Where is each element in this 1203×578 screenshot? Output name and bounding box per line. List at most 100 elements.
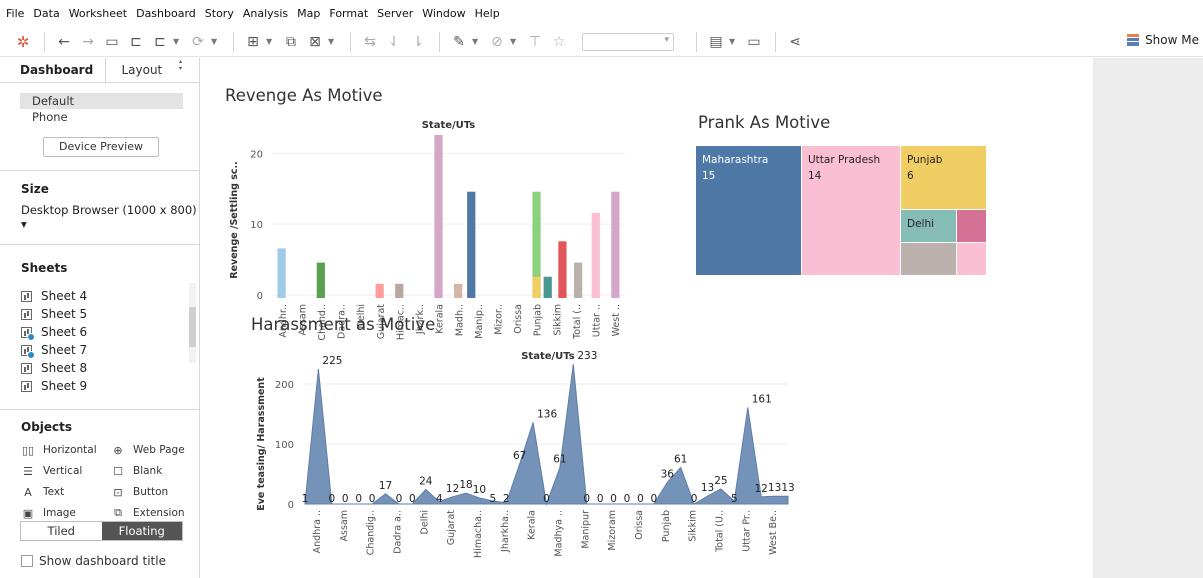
- show-me-button[interactable]: Show Me: [1127, 33, 1199, 47]
- image-icon: ▣: [22, 506, 34, 520]
- menu-item-format[interactable]: Format: [329, 7, 368, 20]
- new-data-source-icon[interactable]: ⊏: [125, 31, 147, 53]
- sheet-item[interactable]: Sheet 6: [21, 323, 199, 341]
- fit-select[interactable]: [582, 32, 674, 51]
- data-label: 17: [379, 480, 392, 492]
- sheet-item[interactable]: Sheet 9: [21, 377, 199, 395]
- chevron-down-icon[interactable]: ▼: [173, 37, 181, 46]
- new-worksheet-icon[interactable]: ⊞: [242, 31, 264, 53]
- object-image[interactable]: ▣ Image: [21, 505, 111, 521]
- device-preview-button[interactable]: Device Preview: [43, 137, 159, 157]
- tiled-button[interactable]: Tiled: [21, 522, 102, 540]
- size-select[interactable]: Desktop Browser (1000 x 800) ▾: [21, 203, 199, 231]
- treemap-cell: [957, 243, 986, 275]
- menu-item-analysis[interactable]: Analysis: [243, 7, 288, 20]
- pin-icon[interactable]: ☆: [548, 31, 570, 53]
- worksheet-icon: [21, 290, 32, 302]
- show-me-label: Show Me: [1145, 33, 1199, 47]
- chevron-down-icon[interactable]: ▼: [510, 37, 518, 46]
- x-tick-label: Mizor..: [494, 304, 505, 335]
- object-text[interactable]: A Text: [21, 484, 111, 500]
- menu-item-worksheet[interactable]: Worksheet: [69, 7, 127, 20]
- object-blank[interactable]: ☐ Blank: [111, 463, 201, 479]
- x-tick-label: Kerala: [527, 510, 538, 540]
- treemap-cell: [901, 243, 956, 275]
- sheet-item[interactable]: Sheet 4: [21, 287, 199, 305]
- redo-icon[interactable]: →: [77, 31, 99, 53]
- sheet-item[interactable]: Sheet 8: [21, 359, 199, 377]
- duplicate-sheet-icon[interactable]: ⧉: [280, 31, 302, 53]
- object-horizontal[interactable]: ▯▯ Horizontal: [21, 442, 111, 458]
- horizontal-container-icon: ▯▯: [21, 443, 35, 457]
- object-vertical[interactable]: ☰ Vertical: [21, 463, 111, 479]
- show-dashboard-title-checkbox[interactable]: Show dashboard title: [21, 554, 166, 568]
- sheet-item[interactable]: Sheet 7: [21, 341, 199, 359]
- data-label: 0: [409, 493, 416, 505]
- object-button[interactable]: ⊡ Button: [111, 484, 201, 500]
- menu-item-map[interactable]: Map: [297, 7, 320, 20]
- vertical-container-icon: ☰: [23, 464, 33, 478]
- clear-sheet-icon[interactable]: ⊠: [304, 31, 326, 53]
- menu-item-data[interactable]: Data: [33, 7, 59, 20]
- presentation-icon[interactable]: ▭: [743, 31, 765, 53]
- x-tick-label: Manipur: [580, 510, 591, 549]
- floating-button[interactable]: Floating: [101, 522, 182, 540]
- y-tick-label: 0: [288, 500, 294, 511]
- bar: [375, 283, 384, 298]
- chevron-down-icon[interactable]: ▼: [211, 37, 219, 46]
- sheet-item[interactable]: Sheet 5: [21, 305, 199, 323]
- device-item-phone[interactable]: Phone: [20, 109, 183, 125]
- prank-chart-title: Prank As Motive: [698, 113, 831, 132]
- x-tick-label: Mizoram: [607, 510, 618, 551]
- menu-item-file[interactable]: File: [6, 7, 24, 20]
- tab-layout[interactable]: Layout: [106, 58, 199, 83]
- scrollbar-thumb[interactable]: [189, 307, 196, 347]
- show-cards-icon[interactable]: ▤: [705, 31, 727, 53]
- sort-descending-icon[interactable]: ⇂: [407, 31, 429, 53]
- toolbar-separator: [439, 31, 440, 52]
- size-title: Size: [21, 182, 49, 196]
- object-label: Vertical: [43, 465, 83, 477]
- sheet-list: Sheet 4 Sheet 5 Sheet 6 Sheet 7 Sheet 8 Sheet…: [0, 283, 199, 395]
- object-web-page[interactable]: ⊕ Web Page: [111, 442, 201, 458]
- swap-icon[interactable]: ⇆: [359, 31, 381, 53]
- show-dashboard-title-label: Show dashboard title: [39, 554, 166, 568]
- x-tick-label: Andhra ..: [312, 510, 323, 553]
- treemap-cell-label: Maharashtra: [702, 154, 768, 166]
- chevron-down-icon[interactable]: ▼: [729, 37, 737, 46]
- labels-icon[interactable]: ⊤: [524, 31, 546, 53]
- y-tick-label: 10: [250, 220, 263, 231]
- x-tick-label: Gujarat: [446, 510, 457, 546]
- tableau-logo-icon[interactable]: ✲: [12, 31, 34, 53]
- menu-item-server[interactable]: Server: [377, 7, 413, 20]
- sheet-label: Sheet 8: [41, 361, 88, 375]
- tab-dashboard[interactable]: Dashboard: [0, 58, 107, 83]
- chevron-down-icon[interactable]: ▼: [328, 37, 336, 46]
- device-item-default[interactable]: Default: [20, 93, 183, 109]
- pause-updates-icon[interactable]: ⊏: [149, 31, 171, 53]
- save-icon[interactable]: ▭: [101, 31, 123, 53]
- data-label: 5: [731, 493, 738, 505]
- sheet-scrollbar[interactable]: [189, 283, 196, 363]
- group-icon[interactable]: ⊘: [486, 31, 508, 53]
- undo-icon[interactable]: ←: [53, 31, 75, 53]
- sort-ascending-icon[interactable]: ⇃: [383, 31, 405, 53]
- divider: [0, 170, 199, 171]
- highlight-icon[interactable]: ✎: [448, 31, 470, 53]
- refresh-icon[interactable]: ⟳: [187, 31, 209, 53]
- chevron-down-icon[interactable]: ▼: [472, 37, 480, 46]
- data-label: 0: [355, 493, 362, 505]
- menu-item-story[interactable]: Story: [205, 7, 234, 20]
- object-label: Image: [43, 507, 76, 519]
- chevron-down-icon[interactable]: ▼: [266, 37, 274, 46]
- menu-item-help[interactable]: Help: [475, 7, 500, 20]
- toolbar-separator: [44, 31, 45, 52]
- object-extension[interactable]: ⧉ Extension: [111, 505, 201, 521]
- objects-title: Objects: [21, 420, 73, 434]
- x-tick-label: West Be..: [768, 510, 779, 555]
- share-icon[interactable]: ⋖: [784, 31, 806, 53]
- checkbox-box[interactable]: [21, 555, 33, 567]
- menu-item-window[interactable]: Window: [422, 7, 465, 20]
- data-label: 25: [714, 475, 727, 487]
- menu-item-dashboard[interactable]: Dashboard: [136, 7, 196, 20]
